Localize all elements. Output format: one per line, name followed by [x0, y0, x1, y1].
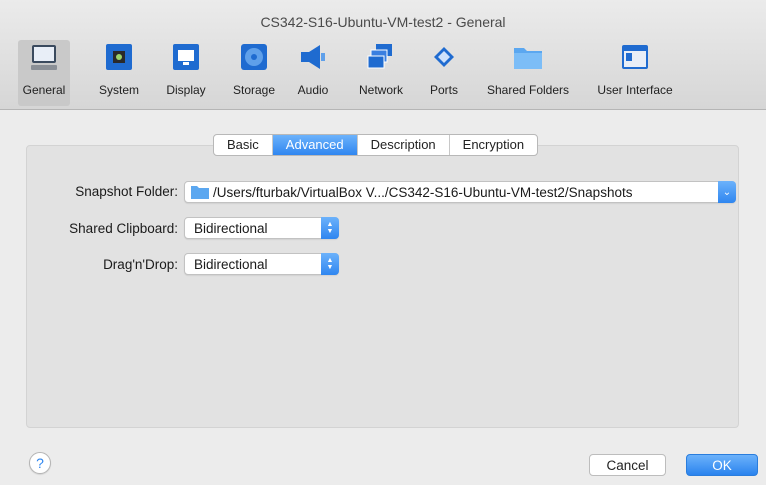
window-icon — [618, 40, 652, 74]
toolbar-item-storage[interactable]: Storage — [228, 40, 280, 106]
drag-n-drop-label: Drag'n'Drop: — [103, 257, 178, 272]
toolbar-item-display[interactable]: Display — [160, 40, 212, 106]
toolbar-label: Ports — [429, 83, 458, 97]
disk-icon — [237, 40, 271, 74]
toolbar-label: User Interface — [597, 83, 673, 97]
network-icon — [364, 40, 398, 74]
plug-icon — [427, 40, 461, 74]
drag-n-drop-select[interactable]: Bidirectional ▲ ▼ — [184, 253, 339, 275]
toolbar-label: Shared Folders — [486, 83, 570, 97]
folder-icon — [511, 40, 545, 74]
snapshot-folder-label: Snapshot Folder: — [75, 184, 178, 199]
chip-icon — [102, 40, 136, 74]
tab-advanced[interactable]: Advanced — [272, 135, 358, 155]
toolbar-item-network[interactable]: Network — [352, 40, 410, 106]
toolbar-label: System — [98, 83, 139, 97]
tab-encryption[interactable]: Encryption — [450, 135, 537, 155]
shared-clipboard-select[interactable]: Bidirectional ▲ ▼ — [184, 217, 339, 239]
toolbar-item-user-interface[interactable]: User Interface — [590, 40, 680, 106]
title-bar: CS342-S16-Ubuntu-VM-test2 - General Gene… — [0, 0, 766, 110]
display-icon — [169, 40, 203, 74]
speaker-icon — [296, 40, 330, 74]
drag-n-drop-value: Bidirectional — [194, 256, 268, 272]
toolbar-label: General — [22, 83, 66, 97]
stepper-icon: ▲ ▼ — [321, 253, 339, 275]
snapshot-folder-path: /Users/fturbak/VirtualBox V.../CS342-S16… — [213, 184, 633, 200]
ok-button[interactable]: OK — [686, 454, 758, 476]
shared-clipboard-label: Shared Clipboard: — [69, 221, 178, 236]
folder-icon — [191, 185, 209, 199]
toolbar-item-system[interactable]: System — [93, 40, 145, 106]
stepper-icon: ▲ ▼ — [321, 217, 339, 239]
toolbar-item-shared-folders[interactable]: Shared Folders — [480, 40, 576, 106]
chevron-down-icon[interactable]: ⌄ — [718, 181, 736, 203]
toolbar-label: Network — [358, 83, 403, 97]
window-title: CS342-S16-Ubuntu-VM-test2 - General — [260, 14, 506, 30]
tab-description[interactable]: Description — [358, 135, 450, 155]
help-button[interactable]: ? — [29, 452, 51, 474]
tab-basic[interactable]: Basic — [214, 135, 273, 155]
shared-clipboard-value: Bidirectional — [194, 220, 268, 236]
toolbar-label: Display — [166, 83, 206, 97]
toolbar-label: Storage — [232, 83, 276, 97]
toolbar-item-ports[interactable]: Ports — [420, 40, 468, 106]
monitor-icon — [27, 40, 61, 74]
tab-bar: Basic Advanced Description Encryption — [213, 134, 539, 156]
snapshot-folder-picker[interactable]: /Users/fturbak/VirtualBox V.../CS342-S16… — [184, 181, 736, 203]
toolbar-item-general[interactable]: General — [18, 40, 70, 106]
toolbar-label: Audio — [297, 83, 329, 97]
cancel-button[interactable]: Cancel — [589, 454, 666, 476]
toolbar-item-audio[interactable]: Audio — [289, 40, 337, 106]
